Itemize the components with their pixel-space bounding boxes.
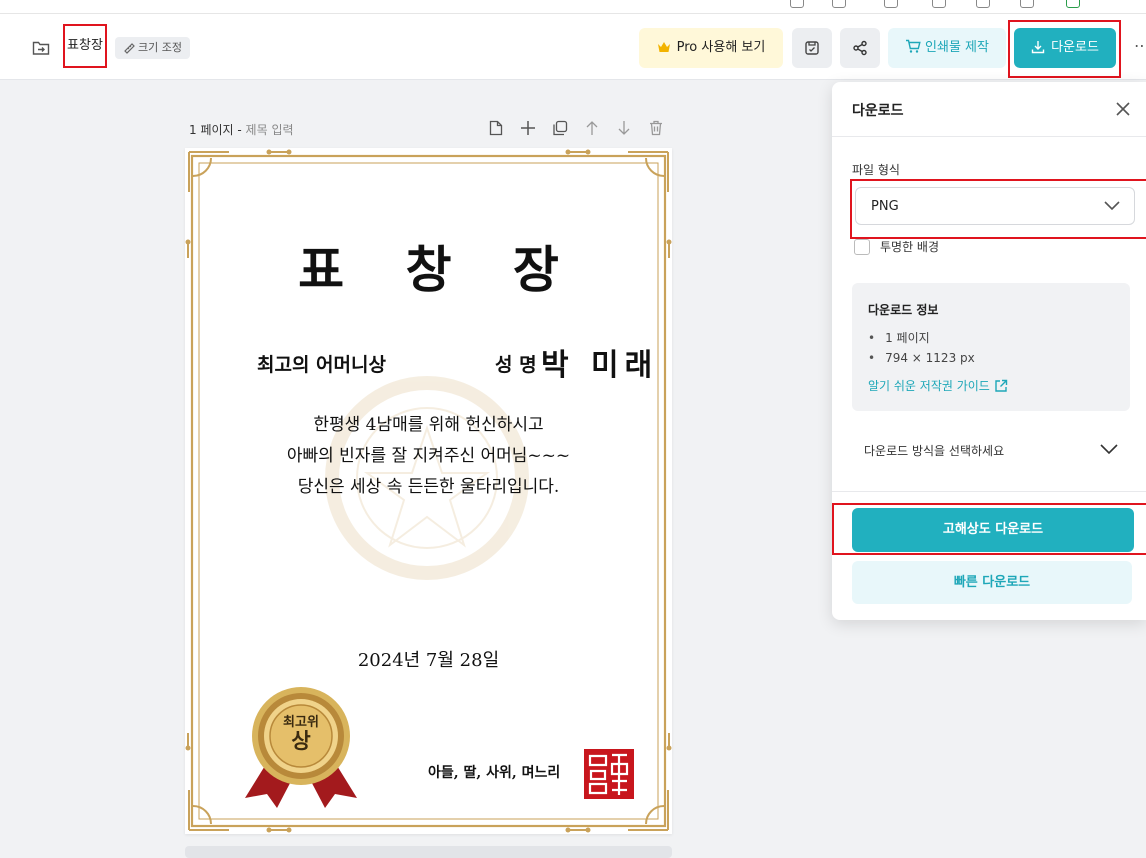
copyright-guide-label: 알기 쉬운 저작권 가이드 <box>868 379 990 393</box>
certificate-from: 아들, 딸, 사위, 며느리 <box>428 765 561 781</box>
browser-toolbar <box>0 0 1146 14</box>
close-icon[interactable] <box>1114 100 1132 118</box>
page-label[interactable]: 1 페이지 - 제목 입력 <box>189 121 294 138</box>
hq-download-button[interactable]: 고해상도 다운로드 <box>852 508 1134 552</box>
file-format-label: 파일 형식 <box>852 163 900 177</box>
gold-medal-icon: 최고위 상 <box>245 687 357 808</box>
document-title[interactable]: 표창장 <box>63 24 107 68</box>
browser-icon[interactable] <box>790 0 804 8</box>
certificate-date: 2024년 7월 28일 <box>357 650 500 671</box>
download-panel: 다운로드 파일 형식 PNG 투명한 배경 다운로드 정보 1 페이지 794 … <box>832 82 1146 620</box>
divider <box>832 491 1146 492</box>
format-highlight: PNG <box>850 179 1146 239</box>
award-name: 최고의 어머니상 <box>257 354 386 376</box>
info-item-pages: 1 페이지 <box>868 328 975 348</box>
transparent-bg-checkbox[interactable] <box>854 239 870 255</box>
info-title: 다운로드 정보 <box>868 303 939 317</box>
certificate-body: 한평생 4남매를 위해 헌신하시고 아빠의 빈자를 잘 지켜주신 어머님~~~ … <box>185 410 672 503</box>
browser-icon[interactable] <box>1020 0 1034 8</box>
download-label: 다운로드 <box>1051 40 1099 55</box>
medal-bottom-text: 상 <box>291 728 310 753</box>
download-icon <box>1031 41 1045 54</box>
external-link-icon <box>995 379 1008 392</box>
certificate-title: 표 창 장 <box>298 240 581 299</box>
hq-download-highlight: 고해상도 다운로드 <box>832 503 1146 555</box>
red-seal-stamp <box>584 749 634 799</box>
name-label: 성 명 <box>495 354 537 376</box>
page-separator: - <box>233 123 246 137</box>
download-info-box: 다운로드 정보 1 페이지 794 × 1123 px 알기 쉬운 저작권 가이… <box>852 283 1130 411</box>
page-title-input[interactable]: 제목 입력 <box>246 123 294 137</box>
crown-icon <box>657 42 670 52</box>
body-line: 당신은 세상 속 든든한 울타리입니다. <box>297 477 560 497</box>
share-button[interactable] <box>840 28 880 68</box>
recipient-name: 박 미래 <box>541 348 659 383</box>
file-format-value: PNG <box>871 199 899 214</box>
chevron-down-icon <box>1104 201 1120 211</box>
browser-icon[interactable] <box>932 0 946 8</box>
browser-icon[interactable] <box>976 0 990 8</box>
browser-icon[interactable] <box>832 0 846 8</box>
next-page-edge <box>185 846 672 858</box>
copyright-guide-link[interactable]: 알기 쉬운 저작권 가이드 <box>868 377 1008 394</box>
page-tools <box>487 119 665 137</box>
transparent-bg-option[interactable]: 투명한 배경 <box>854 239 939 255</box>
browser-icon[interactable] <box>1066 0 1080 8</box>
print-product-button[interactable]: 인쇄물 제작 <box>888 28 1006 68</box>
save-button[interactable] <box>792 28 832 68</box>
move-down-icon[interactable] <box>615 119 633 137</box>
folder-move-icon[interactable] <box>32 40 50 56</box>
save-icon <box>805 41 819 55</box>
pro-trial-button[interactable]: Pro 사용해 보기 <box>639 28 783 68</box>
share-icon <box>853 40 867 56</box>
delete-page-icon[interactable] <box>647 119 665 137</box>
move-up-icon[interactable] <box>583 119 601 137</box>
browser-icon[interactable] <box>884 0 898 8</box>
chevron-down-icon[interactable] <box>1100 444 1118 455</box>
duplicate-page-icon[interactable] <box>551 119 569 137</box>
transparent-bg-label: 투명한 배경 <box>880 240 940 254</box>
new-page-icon[interactable] <box>487 119 505 137</box>
divider <box>832 136 1146 137</box>
body-line: 아빠의 빈자를 잘 지켜주신 어머님~~~ <box>286 446 571 466</box>
download-method-label[interactable]: 다운로드 방식을 선택하세요 <box>864 442 1004 459</box>
fast-download-button[interactable]: 빠른 다운로드 <box>852 561 1132 604</box>
file-format-select[interactable]: PNG <box>855 187 1135 225</box>
add-page-icon[interactable] <box>519 119 537 137</box>
editor-toolbar: 표창장 크기 조정 Pro 사용해 보기 인쇄물 제작 다운로드 ⋯ <box>0 14 1146 80</box>
info-item-size: 794 × 1123 px <box>868 348 975 368</box>
panel-title: 다운로드 <box>852 103 904 119</box>
ruler-icon <box>124 43 135 54</box>
print-label: 인쇄물 제작 <box>925 40 989 55</box>
page-number: 1 페이지 <box>189 123 234 137</box>
info-list: 1 페이지 794 × 1123 px <box>868 328 975 368</box>
cart-icon <box>906 39 921 53</box>
pro-label: Pro 사용해 보기 <box>676 40 766 55</box>
body-line: 한평생 4남매를 위해 헌신하시고 <box>313 415 544 435</box>
page-header: 1 페이지 - 제목 입력 <box>189 118 671 140</box>
resize-label: 크기 조정 <box>138 41 182 54</box>
resize-button[interactable]: 크기 조정 <box>115 37 190 59</box>
more-options-icon[interactable]: ⋯ <box>1134 36 1146 55</box>
download-highlight: 다운로드 <box>1008 20 1121 78</box>
certificate-page[interactable]: 표 창 장 최고의 어머니상 성 명 박 미래 한평생 4남매를 위해 헌신하시… <box>185 148 672 834</box>
download-button[interactable]: 다운로드 <box>1014 28 1116 68</box>
